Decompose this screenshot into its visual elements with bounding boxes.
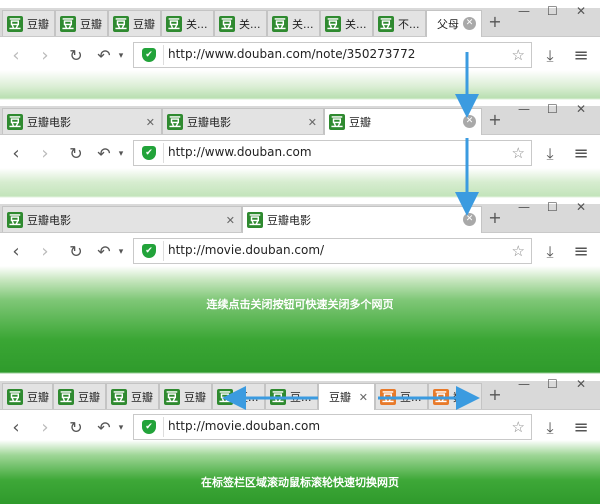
annotation-arrows: [222, 52, 480, 410]
